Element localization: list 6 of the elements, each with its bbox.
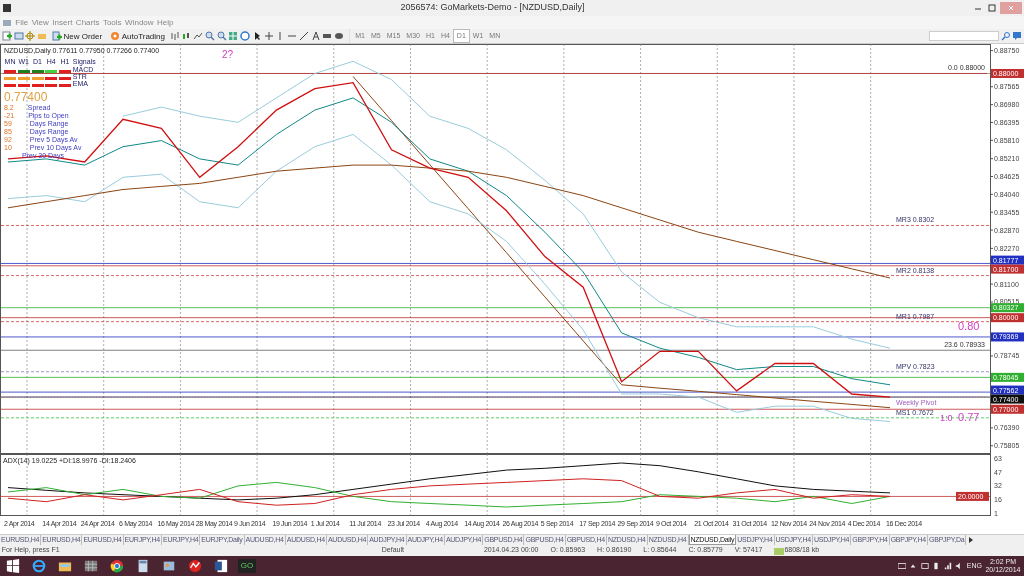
level-note: 0.80 <box>958 319 980 332</box>
window-title: 2056574: GoMarkets-Demo - [NZDUSD,Daily] <box>400 2 585 13</box>
chart-note: 2? <box>222 49 234 60</box>
level-note: 0.77 <box>958 411 980 424</box>
ratio-label: 1:0 <box>940 412 953 423</box>
price-readout: 0.77400 <box>4 91 49 105</box>
